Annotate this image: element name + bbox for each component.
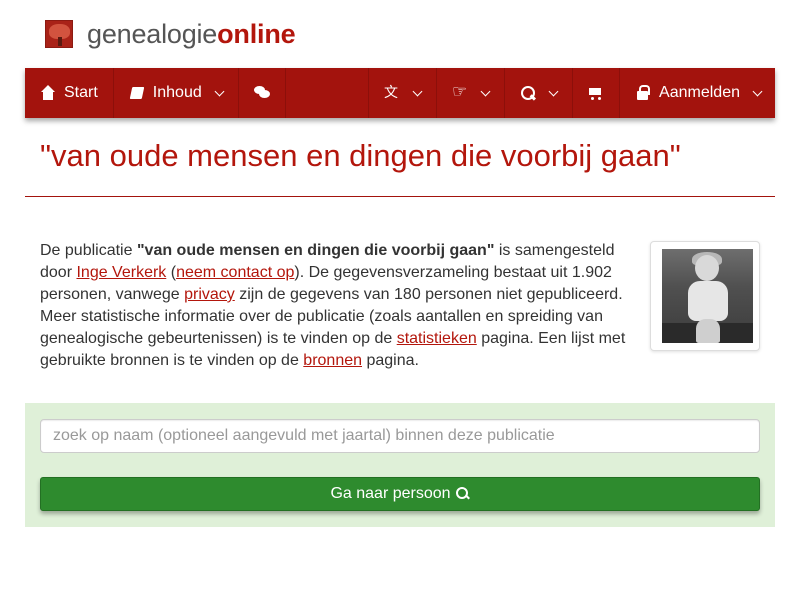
chat-icon xyxy=(253,85,270,101)
book-icon xyxy=(129,85,145,101)
home-icon xyxy=(40,85,56,101)
nav-inhoud-label: Inhoud xyxy=(152,84,202,101)
nav-spacer xyxy=(286,68,370,118)
chevron-down-icon xyxy=(214,86,225,96)
go-to-person-label: Ga naar persoon xyxy=(330,485,451,502)
nav-share[interactable] xyxy=(437,68,506,118)
nav-start-label: Start xyxy=(64,84,98,101)
lock-icon xyxy=(635,85,651,101)
chevron-down-icon xyxy=(412,86,423,96)
privacy-link[interactable]: privacy xyxy=(184,286,235,303)
publication-name: "van oude mensen en dingen die voorbij g… xyxy=(136,242,495,259)
nav-start[interactable]: Start xyxy=(25,68,114,118)
person-search-input[interactable] xyxy=(40,419,760,453)
nav-forum[interactable] xyxy=(239,68,286,118)
nav-inhoud[interactable]: Inhoud xyxy=(114,68,239,118)
chevron-down-icon xyxy=(752,86,763,96)
go-to-person-button[interactable]: Ga naar persoon xyxy=(40,477,760,511)
contact-link[interactable]: neem contact op xyxy=(176,264,294,281)
statistics-link[interactable]: statistieken xyxy=(397,330,477,347)
page-title: "van oude mensen en dingen die voorbij g… xyxy=(40,138,681,173)
publication-thumbnail[interactable] xyxy=(650,241,760,351)
search-icon xyxy=(455,487,470,501)
tree-icon xyxy=(45,20,73,48)
title-divider xyxy=(25,196,775,197)
nav-login[interactable]: Aanmelden xyxy=(620,68,775,118)
author-link[interactable]: Inge Verkerk xyxy=(76,264,166,281)
thumbs-up-icon xyxy=(452,82,468,102)
language-icon xyxy=(384,82,400,102)
desc-text: De publicatie xyxy=(40,242,137,259)
nav-shop[interactable] xyxy=(573,68,621,118)
person-search-panel: Ga naar persoon xyxy=(25,403,775,527)
nav-search[interactable] xyxy=(505,68,574,118)
main-navbar: Start Inhoud Aanmelden xyxy=(25,68,775,118)
logo-text: genealogieonline xyxy=(87,18,296,49)
chevron-down-icon xyxy=(480,86,491,96)
publication-description: De publicatie "van oude mensen en dingen… xyxy=(40,240,630,372)
sources-link[interactable]: bronnen xyxy=(303,352,362,369)
desc-text: pagina. xyxy=(362,352,419,369)
chevron-down-icon xyxy=(548,86,559,96)
site-logo[interactable]: genealogieonline xyxy=(45,17,296,51)
nav-language[interactable] xyxy=(369,68,438,118)
desc-text: ( xyxy=(166,264,177,281)
search-icon xyxy=(520,85,536,101)
nav-login-label: Aanmelden xyxy=(659,84,740,101)
publication-photo xyxy=(662,249,753,343)
cart-icon xyxy=(588,85,604,101)
